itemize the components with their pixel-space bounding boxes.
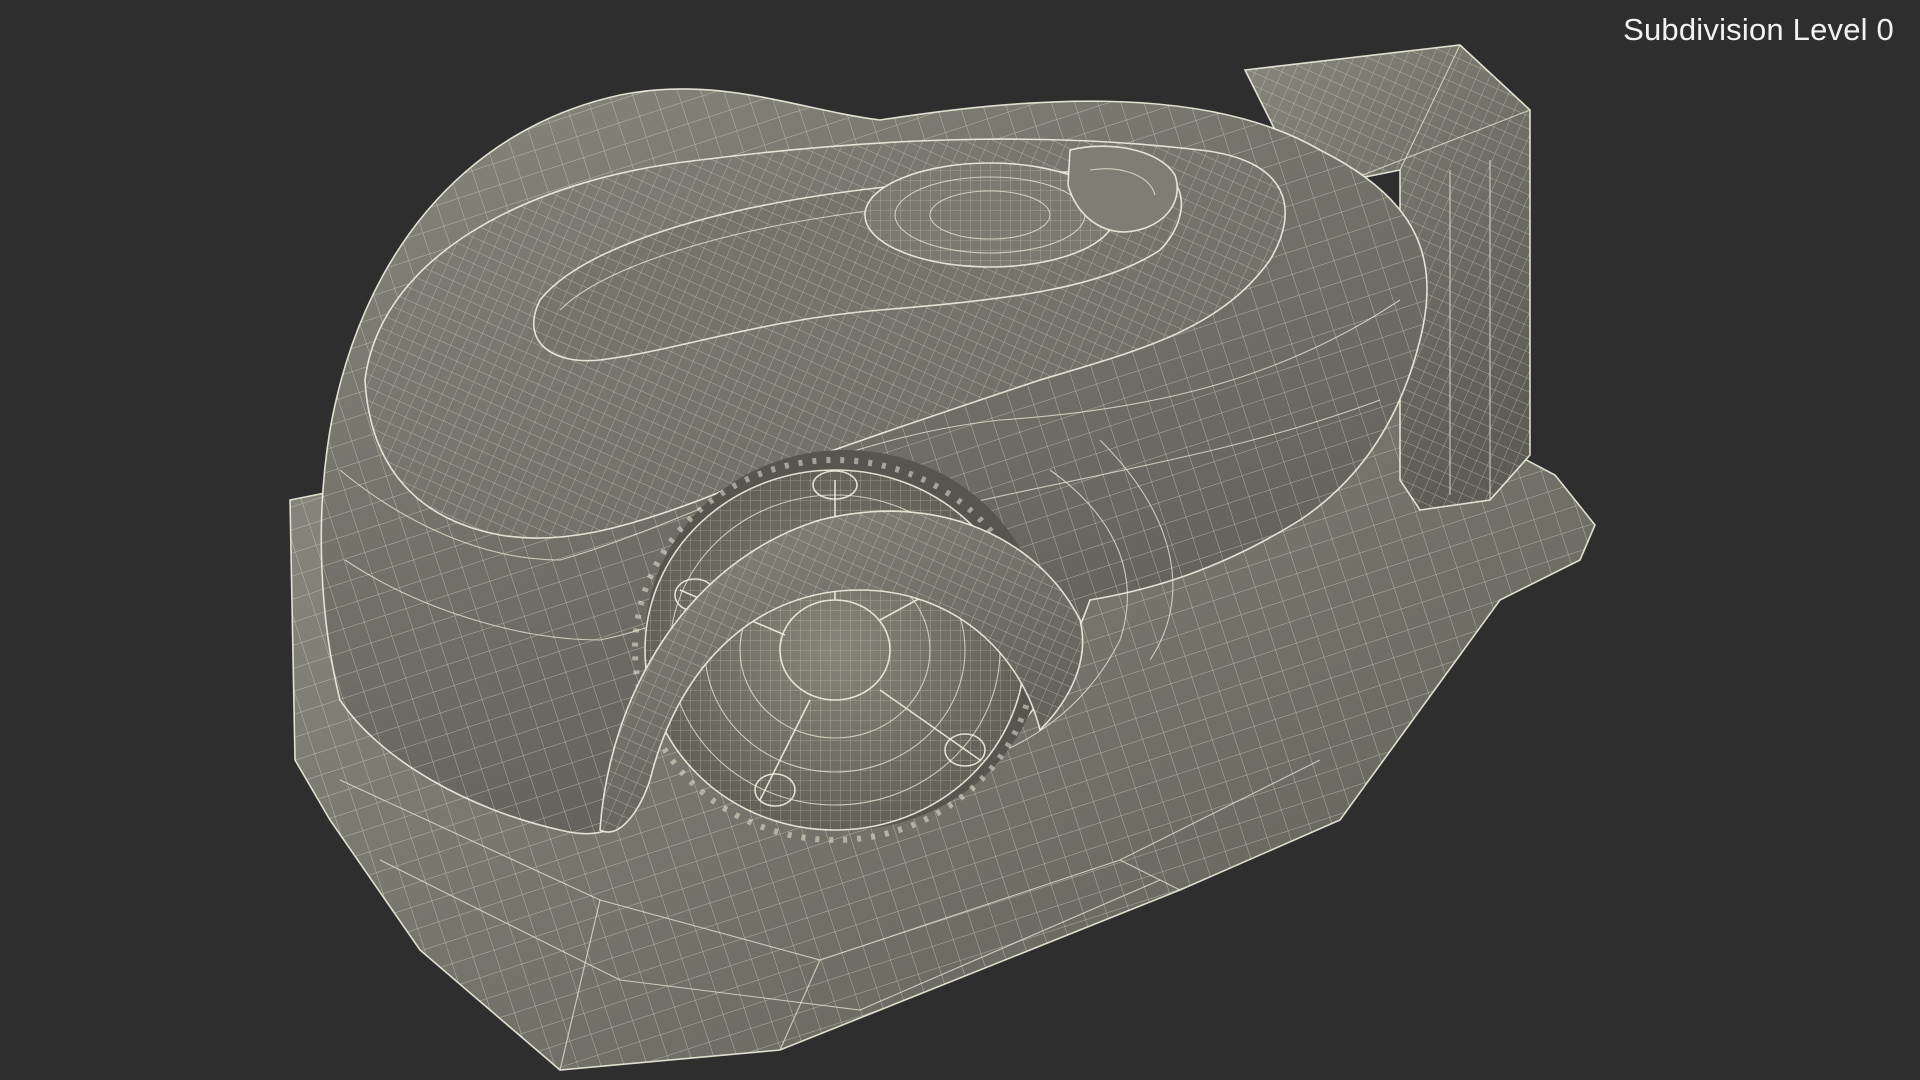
- wireframe-mesh-model: [289, 44, 1596, 1071]
- viewport: Subdivision Level 0: [0, 0, 1920, 1080]
